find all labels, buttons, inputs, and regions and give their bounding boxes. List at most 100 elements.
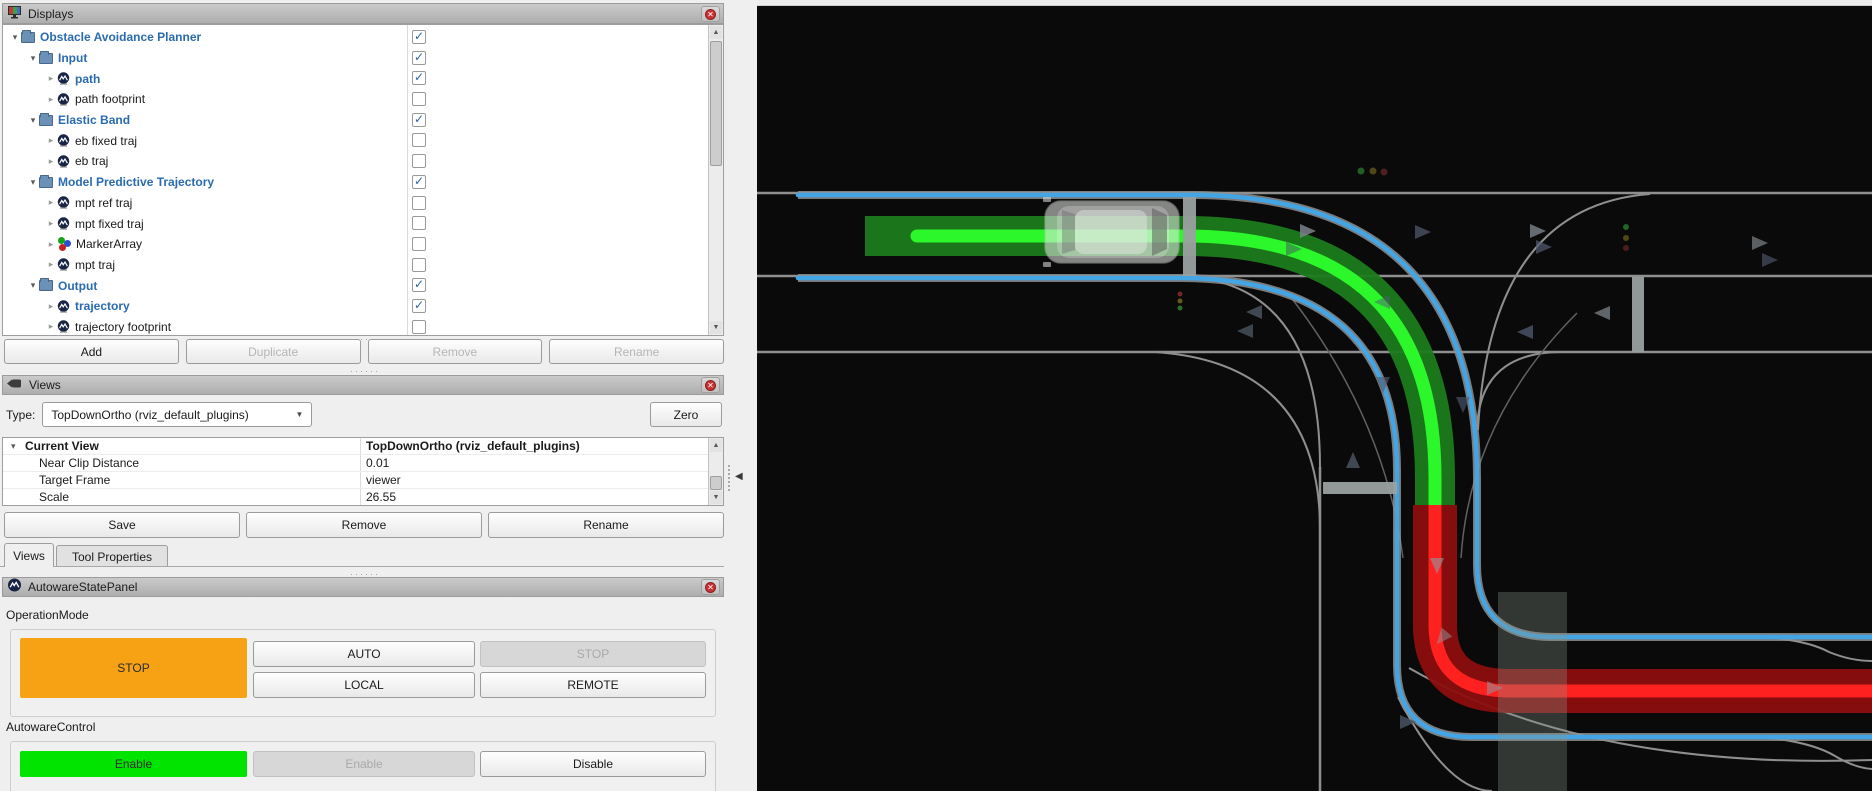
checkbox-trajectory-footprint[interactable]	[412, 320, 426, 334]
car-roof	[1075, 210, 1147, 254]
autoware-state-panel-title: AutowareStatePanel	[28, 580, 137, 594]
property-value[interactable]: viewer	[360, 473, 401, 487]
remote-button[interactable]: REMOTE	[480, 672, 706, 698]
property-row-scale[interactable]: Scale26.55	[3, 489, 723, 506]
expand-arrow-icon[interactable]: ▾	[27, 115, 39, 126]
tab-tool-properties[interactable]: Tool Properties	[56, 545, 168, 567]
displays-tree-scrollbar[interactable]: ▲ ▼	[708, 25, 723, 335]
tree-item-trajectory[interactable]: ▸trajectory✓	[3, 296, 707, 317]
tree-item-label: mpt traj	[75, 258, 115, 272]
displays-close-button[interactable]: ✕	[701, 6, 720, 22]
checkbox-mpt-ref-traj[interactable]	[412, 196, 426, 210]
properties-scrollbar[interactable]: ▲ ▼	[708, 438, 723, 505]
tree-item-mpt-fixed-traj[interactable]: ▸mpt fixed traj	[3, 213, 707, 234]
expand-arrow-icon[interactable]: ▸	[45, 239, 57, 250]
tree-item-path-footprint[interactable]: ▸path footprint	[3, 89, 707, 110]
scroll-down-icon[interactable]: ▼	[710, 491, 722, 504]
panel-splitter[interactable]	[728, 465, 730, 491]
scroll-up-icon[interactable]: ▲	[710, 439, 722, 452]
views-panel-header[interactable]: Views ✕	[2, 375, 724, 395]
expand-arrow-icon[interactable]: ▾	[27, 53, 39, 64]
expand-arrow-icon[interactable]: ▸	[45, 301, 57, 312]
auto-button[interactable]: AUTO	[253, 641, 475, 667]
checkbox-trajectory[interactable]: ✓	[412, 299, 426, 313]
close-icon: ✕	[705, 582, 716, 593]
tree-item-label: Obstacle Avoidance Planner	[40, 30, 201, 44]
expand-arrow-icon[interactable]: ▾	[27, 177, 39, 188]
enable-button[interactable]: Enable	[253, 751, 475, 777]
building-footprint	[1498, 592, 1567, 791]
tree-item-obstacle-avoidance-planner[interactable]: ▾ Obstacle Avoidance Planner ✓	[3, 27, 707, 48]
panel-collapse-arrow[interactable]: ◀	[735, 471, 743, 482]
property-value[interactable]: 26.55	[360, 490, 396, 504]
checkbox-obstacle-avoidance-planner[interactable]: ✓	[412, 30, 426, 44]
autoware-display-icon	[57, 196, 70, 209]
duplicate-button[interactable]: Duplicate	[186, 339, 361, 364]
property-value[interactable]: TopDownOrtho (rviz_default_plugins)	[360, 439, 580, 453]
expand-arrow-icon[interactable]: ▸	[45, 94, 57, 105]
scrollbar-thumb[interactable]	[710, 41, 722, 166]
map-canvas[interactable]	[757, 0, 1872, 791]
property-row-current-view[interactable]: ▾Current ViewTopDownOrtho (rviz_default_…	[3, 438, 723, 455]
add-button[interactable]: Add	[4, 339, 179, 364]
checkbox-input[interactable]: ✓	[412, 51, 426, 65]
checkbox-model-predictive-trajectory[interactable]: ✓	[412, 175, 426, 189]
expand-arrow-icon[interactable]: ▸	[45, 218, 57, 229]
tree-item-mpt-traj[interactable]: ▸ mpt traj	[3, 255, 707, 276]
render-viewport[interactable]	[757, 0, 1872, 791]
local-button[interactable]: LOCAL	[253, 672, 475, 698]
zero-button[interactable]: Zero	[650, 402, 722, 427]
autoware-state-panel-header[interactable]: AutowareStatePanel ✕	[2, 577, 724, 597]
disable-button[interactable]: Disable	[480, 751, 706, 777]
checkbox-mpt-traj[interactable]	[412, 258, 426, 272]
stop-line	[1632, 277, 1644, 352]
checkbox-eb-fixed-traj[interactable]	[412, 133, 426, 147]
checkbox-mpt-fixed-traj[interactable]	[412, 216, 426, 230]
property-row-target-frame[interactable]: Target Frameviewer	[3, 472, 723, 489]
tree-item-output[interactable]: ▾Output✓	[3, 275, 707, 296]
property-value[interactable]: 0.01	[360, 456, 389, 470]
tree-item-input[interactable]: ▾Input✓	[3, 48, 707, 69]
views-close-button[interactable]: ✕	[701, 377, 720, 393]
splitter-handle[interactable]: ······	[330, 368, 400, 374]
folder-icon	[39, 280, 53, 291]
view-type-dropdown[interactable]: TopDownOrtho (rviz_default_plugins) ▼	[42, 402, 312, 427]
rename-button[interactable]: Rename	[549, 339, 724, 364]
tab-views[interactable]: Views	[4, 543, 54, 567]
autoware-close-button[interactable]: ✕	[701, 579, 720, 595]
rename-view-button[interactable]: Rename	[488, 512, 724, 538]
autoware-control-label: AutowareControl	[6, 720, 95, 734]
remove-button[interactable]: Remove	[368, 339, 543, 364]
scrollbar-thumb[interactable]	[710, 476, 722, 490]
expand-arrow-icon[interactable]: ▸	[45, 73, 57, 84]
tree-item-elastic-band[interactable]: ▾Elastic Band✓	[3, 110, 707, 131]
expand-arrow-icon[interactable]: ▸	[45, 197, 57, 208]
tree-item-path[interactable]: ▸path✓	[3, 68, 707, 89]
checkbox-eb-traj[interactable]	[412, 154, 426, 168]
stop-button[interactable]: STOP	[480, 641, 706, 667]
autoware-control-group: Enable Enable Disable	[10, 741, 716, 791]
expand-arrow-icon[interactable]: ▸	[45, 156, 57, 167]
expand-arrow-icon[interactable]: ▸	[45, 259, 57, 270]
tree-item-eb-fixed-traj[interactable]: ▸eb fixed traj	[3, 130, 707, 151]
expand-arrow-icon[interactable]: ▾	[9, 32, 21, 43]
expand-arrow-icon[interactable]: ▸	[45, 135, 57, 146]
checkbox-path[interactable]: ✓	[412, 71, 426, 85]
remove-view-button[interactable]: Remove	[246, 512, 482, 538]
property-row-near-clip-distance[interactable]: Near Clip Distance0.01	[3, 455, 723, 472]
tree-item-mpt-ref-traj[interactable]: ▸mpt ref traj	[3, 193, 707, 214]
expand-arrow-icon[interactable]: ▸	[45, 321, 57, 332]
scroll-down-icon[interactable]: ▼	[710, 321, 722, 334]
expand-arrow-icon[interactable]: ▾	[11, 441, 16, 452]
save-button[interactable]: Save	[4, 512, 240, 538]
scroll-up-icon[interactable]: ▲	[710, 26, 722, 39]
displays-panel-header[interactable]: Displays ✕	[2, 3, 724, 24]
checkbox-path-footprint[interactable]	[412, 92, 426, 106]
tree-item-eb-traj[interactable]: ▸eb traj	[3, 151, 707, 172]
tree-item-model-predictive-trajectory[interactable]: ▾Model Predictive Trajectory✓	[3, 172, 707, 193]
tree-item-markerarray[interactable]: ▸MarkerArray	[3, 234, 707, 255]
checkbox-output[interactable]: ✓	[412, 278, 426, 292]
checkbox-markerarray[interactable]	[412, 237, 426, 251]
checkbox-elastic-band[interactable]: ✓	[412, 113, 426, 127]
expand-arrow-icon[interactable]: ▾	[27, 280, 39, 291]
